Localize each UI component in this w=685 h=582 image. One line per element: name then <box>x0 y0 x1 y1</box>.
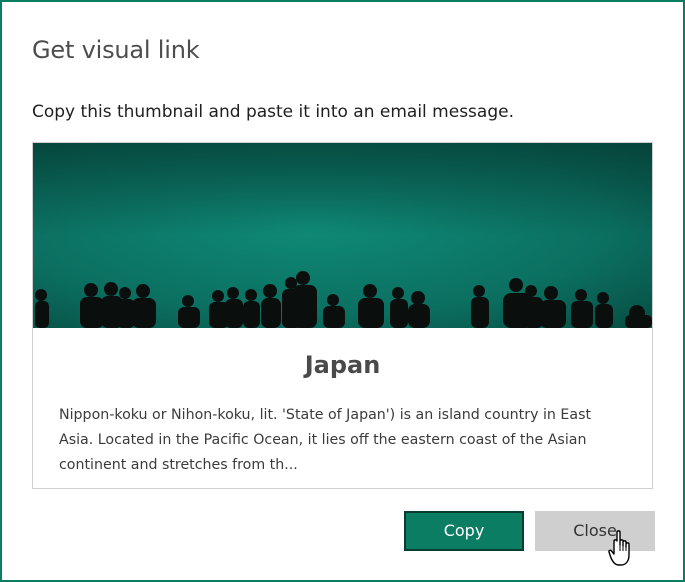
copy-button[interactable]: Copy <box>404 511 524 551</box>
card-title: Japan <box>304 351 381 379</box>
hand-pointer-cursor-icon <box>608 530 630 566</box>
dialog-title: Get visual link <box>32 36 200 64</box>
visual-link-card[interactable]: Japan Nippon-koku or Nihon-koku, lit. 'S… <box>32 142 653 489</box>
card-description: Nippon-koku or Nihon-koku, lit. 'State o… <box>59 407 592 473</box>
get-visual-link-dialog: Get visual link Copy this thumbnail and … <box>0 0 685 582</box>
dialog-instruction: Copy this thumbnail and paste it into an… <box>32 102 514 122</box>
thumbnail-image <box>33 143 652 328</box>
